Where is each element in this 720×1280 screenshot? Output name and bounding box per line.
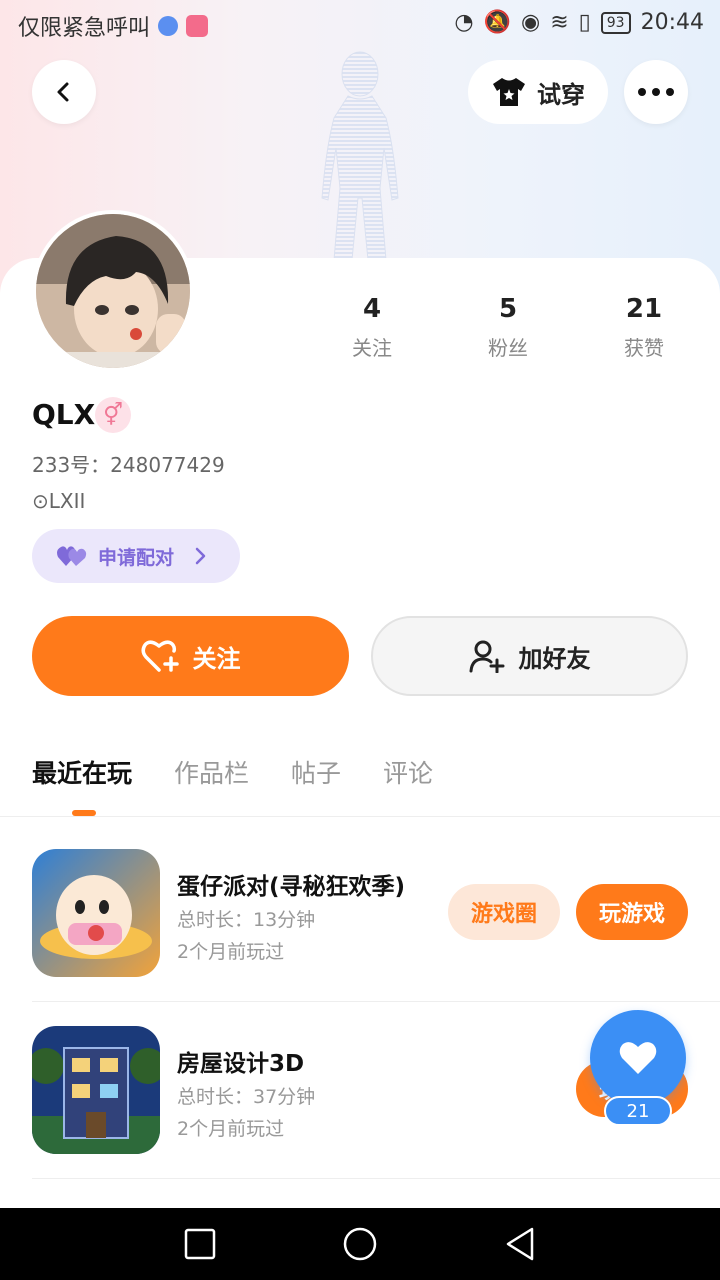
game-circle-button[interactable]: 游戏圈	[448, 884, 560, 940]
avatar-illustration	[36, 214, 190, 368]
game-title: 蛋仔派对(寻秘狂欢季)	[177, 874, 406, 900]
row-divider	[32, 1001, 720, 1002]
back-button[interactable]	[32, 60, 96, 124]
chevron-left-icon	[57, 82, 69, 102]
try-on-button[interactable]: 试穿	[468, 60, 608, 124]
home-button[interactable]	[342, 1226, 378, 1262]
game-title: 房屋设计3D	[177, 1051, 305, 1077]
stat-following[interactable]: 4 关注	[312, 294, 432, 361]
follow-button[interactable]: 关注	[32, 616, 349, 696]
sim-alert-icon: ▯	[578, 9, 591, 35]
game-duration: 总时长：37分钟	[177, 1086, 316, 1108]
gender-icon: ⚥	[95, 397, 131, 433]
game-row[interactable]: 蛋仔派对(寻秘狂欢季) 总时长：13分钟 2个月前玩过 游戏圈 玩游戏	[32, 849, 720, 1009]
tab-comments[interactable]: 评论	[383, 754, 433, 790]
avatar-3d-figure	[321, 51, 399, 260]
more-dots-icon	[638, 88, 674, 96]
carrier-text: 仅限紧急呼叫	[18, 16, 151, 41]
recent-apps-button[interactable]	[184, 1228, 216, 1260]
vpn-icon	[158, 16, 179, 36]
stat-followers-label: 粉丝	[488, 336, 528, 360]
tab-recently-played[interactable]: 最近在玩	[32, 754, 132, 790]
app-notification-icon	[186, 15, 209, 37]
profile-tabs: 最近在玩 作品栏 帖子 评论	[32, 754, 433, 790]
user-id: 233号：248077429	[32, 453, 225, 477]
avatar[interactable]	[32, 210, 194, 372]
status-bar: 仅限紧急呼叫 ◔ 🔕 ◉ ≋ ▯ 93 20:44	[0, 0, 720, 50]
add-friend-label: 加好友	[518, 644, 591, 673]
request-pair-label: 申请配对	[98, 546, 175, 569]
game-duration: 总时长：13分钟	[177, 909, 316, 931]
username: QLX	[32, 398, 96, 431]
follow-label: 关注	[192, 644, 241, 673]
more-button[interactable]	[624, 60, 688, 124]
game-icon-house-design	[32, 1026, 160, 1154]
try-on-label: 试穿	[537, 80, 585, 109]
battery-indicator: 93	[600, 11, 631, 34]
back-nav-button[interactable]	[504, 1226, 536, 1262]
tshirt-icon	[493, 78, 525, 106]
play-game-button[interactable]: 玩游戏	[576, 884, 688, 940]
system-navigation-bar	[0, 1208, 720, 1280]
game-last-played: 2个月前玩过	[177, 941, 285, 963]
clock: 20:44	[640, 10, 704, 35]
stat-likes-label: 获赞	[624, 336, 664, 360]
stat-following-label: 关注	[352, 336, 392, 360]
stat-likes[interactable]: 21 获赞	[584, 294, 704, 361]
request-pair-button[interactable]: 申请配对	[32, 529, 240, 583]
floating-like-count: 21	[604, 1096, 672, 1126]
stat-followers-count: 5	[498, 294, 518, 324]
stat-followers[interactable]: 5 粉丝	[448, 294, 568, 361]
tab-posts[interactable]: 帖子	[291, 754, 341, 790]
wifi-icon: ≋	[550, 9, 569, 35]
ip-location: ⊙LXII	[32, 489, 86, 513]
tab-works[interactable]: 作品栏	[174, 754, 249, 790]
game-icon-eggy-party	[32, 849, 160, 977]
tabs-divider	[0, 816, 720, 817]
row-divider	[32, 1178, 720, 1179]
eye-comfort-icon: ◉	[521, 9, 541, 35]
add-user-icon	[469, 640, 504, 673]
mute-icon: 🔕	[483, 9, 512, 35]
floating-like-button[interactable]	[590, 1010, 686, 1106]
stat-likes-count: 21	[625, 294, 663, 324]
chevron-right-icon	[195, 547, 206, 565]
double-heart-icon	[57, 546, 87, 566]
add-friend-button[interactable]: 加好友	[371, 616, 688, 696]
heart-icon	[619, 1042, 657, 1074]
game-last-played: 2个月前玩过	[177, 1118, 285, 1140]
hd-call-icon: ◔	[454, 9, 474, 35]
heart-plus-icon	[141, 640, 179, 672]
stat-following-count: 4	[362, 294, 382, 324]
